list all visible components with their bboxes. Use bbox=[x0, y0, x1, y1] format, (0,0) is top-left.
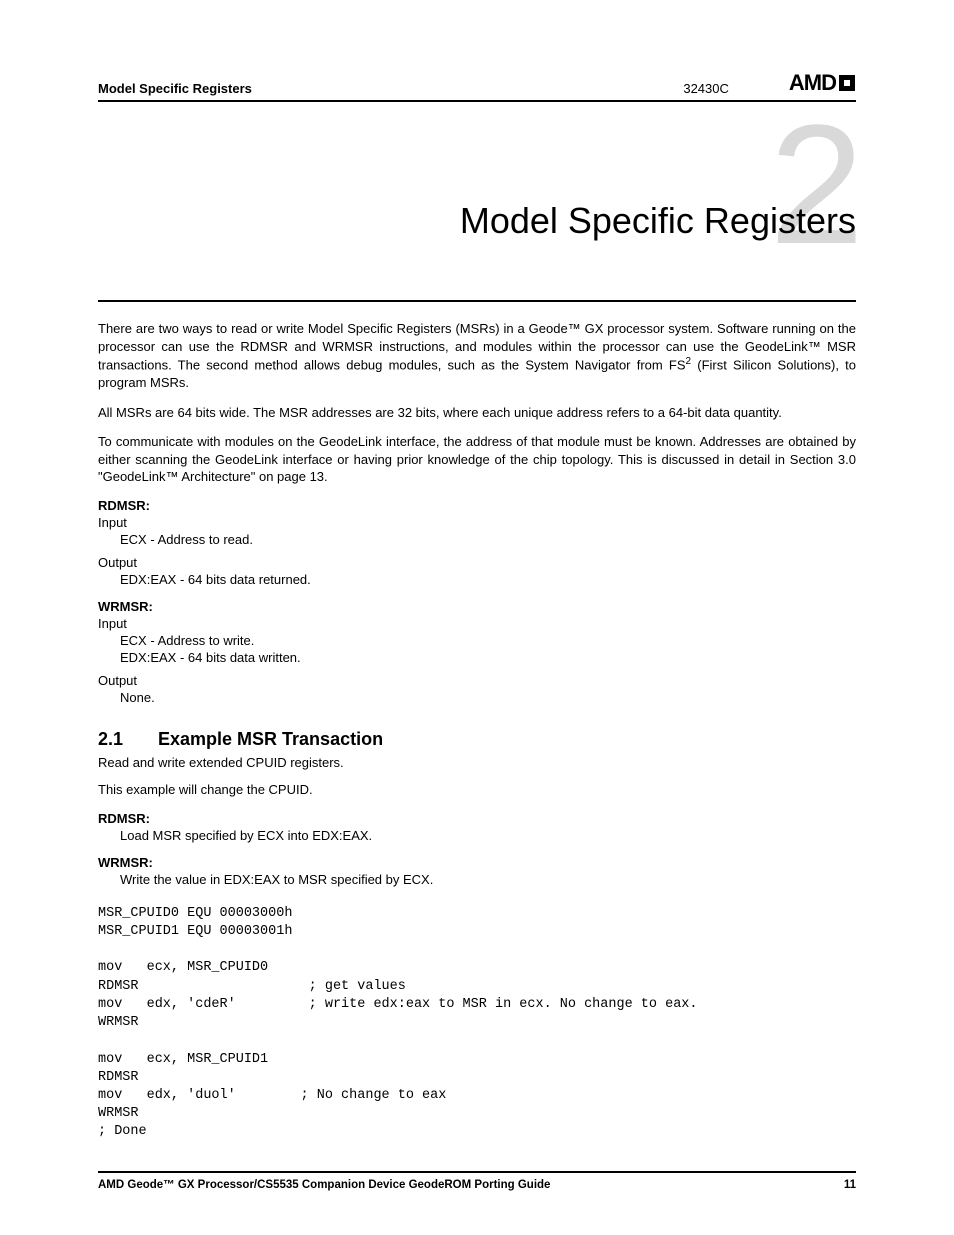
section-2-1-number: 2.1 bbox=[98, 729, 158, 750]
page-footer: AMD Geode™ GX Processor/CS5535 Companion… bbox=[98, 1171, 856, 1191]
wrmsr-label: WRMSR: bbox=[98, 599, 856, 614]
intro-paragraph-2: All MSRs are 64 bits wide. The MSR addre… bbox=[98, 404, 856, 422]
header-section-title: Model Specific Registers bbox=[98, 81, 252, 96]
wrmsr-input-line2: EDX:EAX - 64 bits data written. bbox=[120, 650, 856, 665]
chapter-number: 2 bbox=[769, 100, 864, 270]
chapter-title: Model Specific Registers bbox=[460, 200, 856, 242]
chapter-heading-block: 2 Model Specific Registers bbox=[98, 120, 856, 300]
header-doc-id: 32430C bbox=[683, 81, 729, 96]
code-listing: MSR_CPUID0 EQU 00003000h MSR_CPUID1 EQU … bbox=[98, 905, 856, 1142]
section-2-1-wrmsr-text: Write the value in EDX:EAX to MSR specif… bbox=[120, 872, 856, 887]
rdmsr-input-line: ECX - Address to read. bbox=[120, 532, 856, 547]
section-2-1-rdmsr-label: RDMSR: bbox=[98, 811, 856, 826]
section-2-1-heading: 2.1Example MSR Transaction bbox=[98, 729, 856, 750]
footer-page-number: 11 bbox=[844, 1179, 856, 1191]
rdmsr-output-label: Output bbox=[98, 555, 856, 570]
section-2-1-rdmsr-text: Load MSR specified by ECX into EDX:EAX. bbox=[120, 828, 856, 843]
wrmsr-output-label: Output bbox=[98, 673, 856, 688]
document-page: Model Specific Registers 32430C AMD 2 Mo… bbox=[0, 0, 954, 1235]
wrmsr-input-label: Input bbox=[98, 616, 856, 631]
footer-title: AMD Geode™ GX Processor/CS5535 Companion… bbox=[98, 1179, 550, 1191]
chapter-rule bbox=[98, 300, 856, 302]
wrmsr-input-line1: ECX - Address to write. bbox=[120, 633, 856, 648]
intro-paragraph-3: To communicate with modules on the Geode… bbox=[98, 433, 856, 486]
section-2-1-title: Example MSR Transaction bbox=[158, 729, 383, 749]
rdmsr-label: RDMSR: bbox=[98, 498, 856, 513]
section-2-1-wrmsr-label: WRMSR: bbox=[98, 855, 856, 870]
rdmsr-input-label: Input bbox=[98, 515, 856, 530]
page-header: Model Specific Registers 32430C AMD bbox=[98, 70, 856, 102]
section-2-1-p2: This example will change the CPUID. bbox=[98, 781, 856, 799]
intro-paragraph-1: There are two ways to read or write Mode… bbox=[98, 320, 856, 392]
section-2-1-p1: Read and write extended CPUID registers. bbox=[98, 754, 856, 772]
wrmsr-output-line: None. bbox=[120, 690, 856, 705]
rdmsr-output-line: EDX:EAX - 64 bits data returned. bbox=[120, 572, 856, 587]
